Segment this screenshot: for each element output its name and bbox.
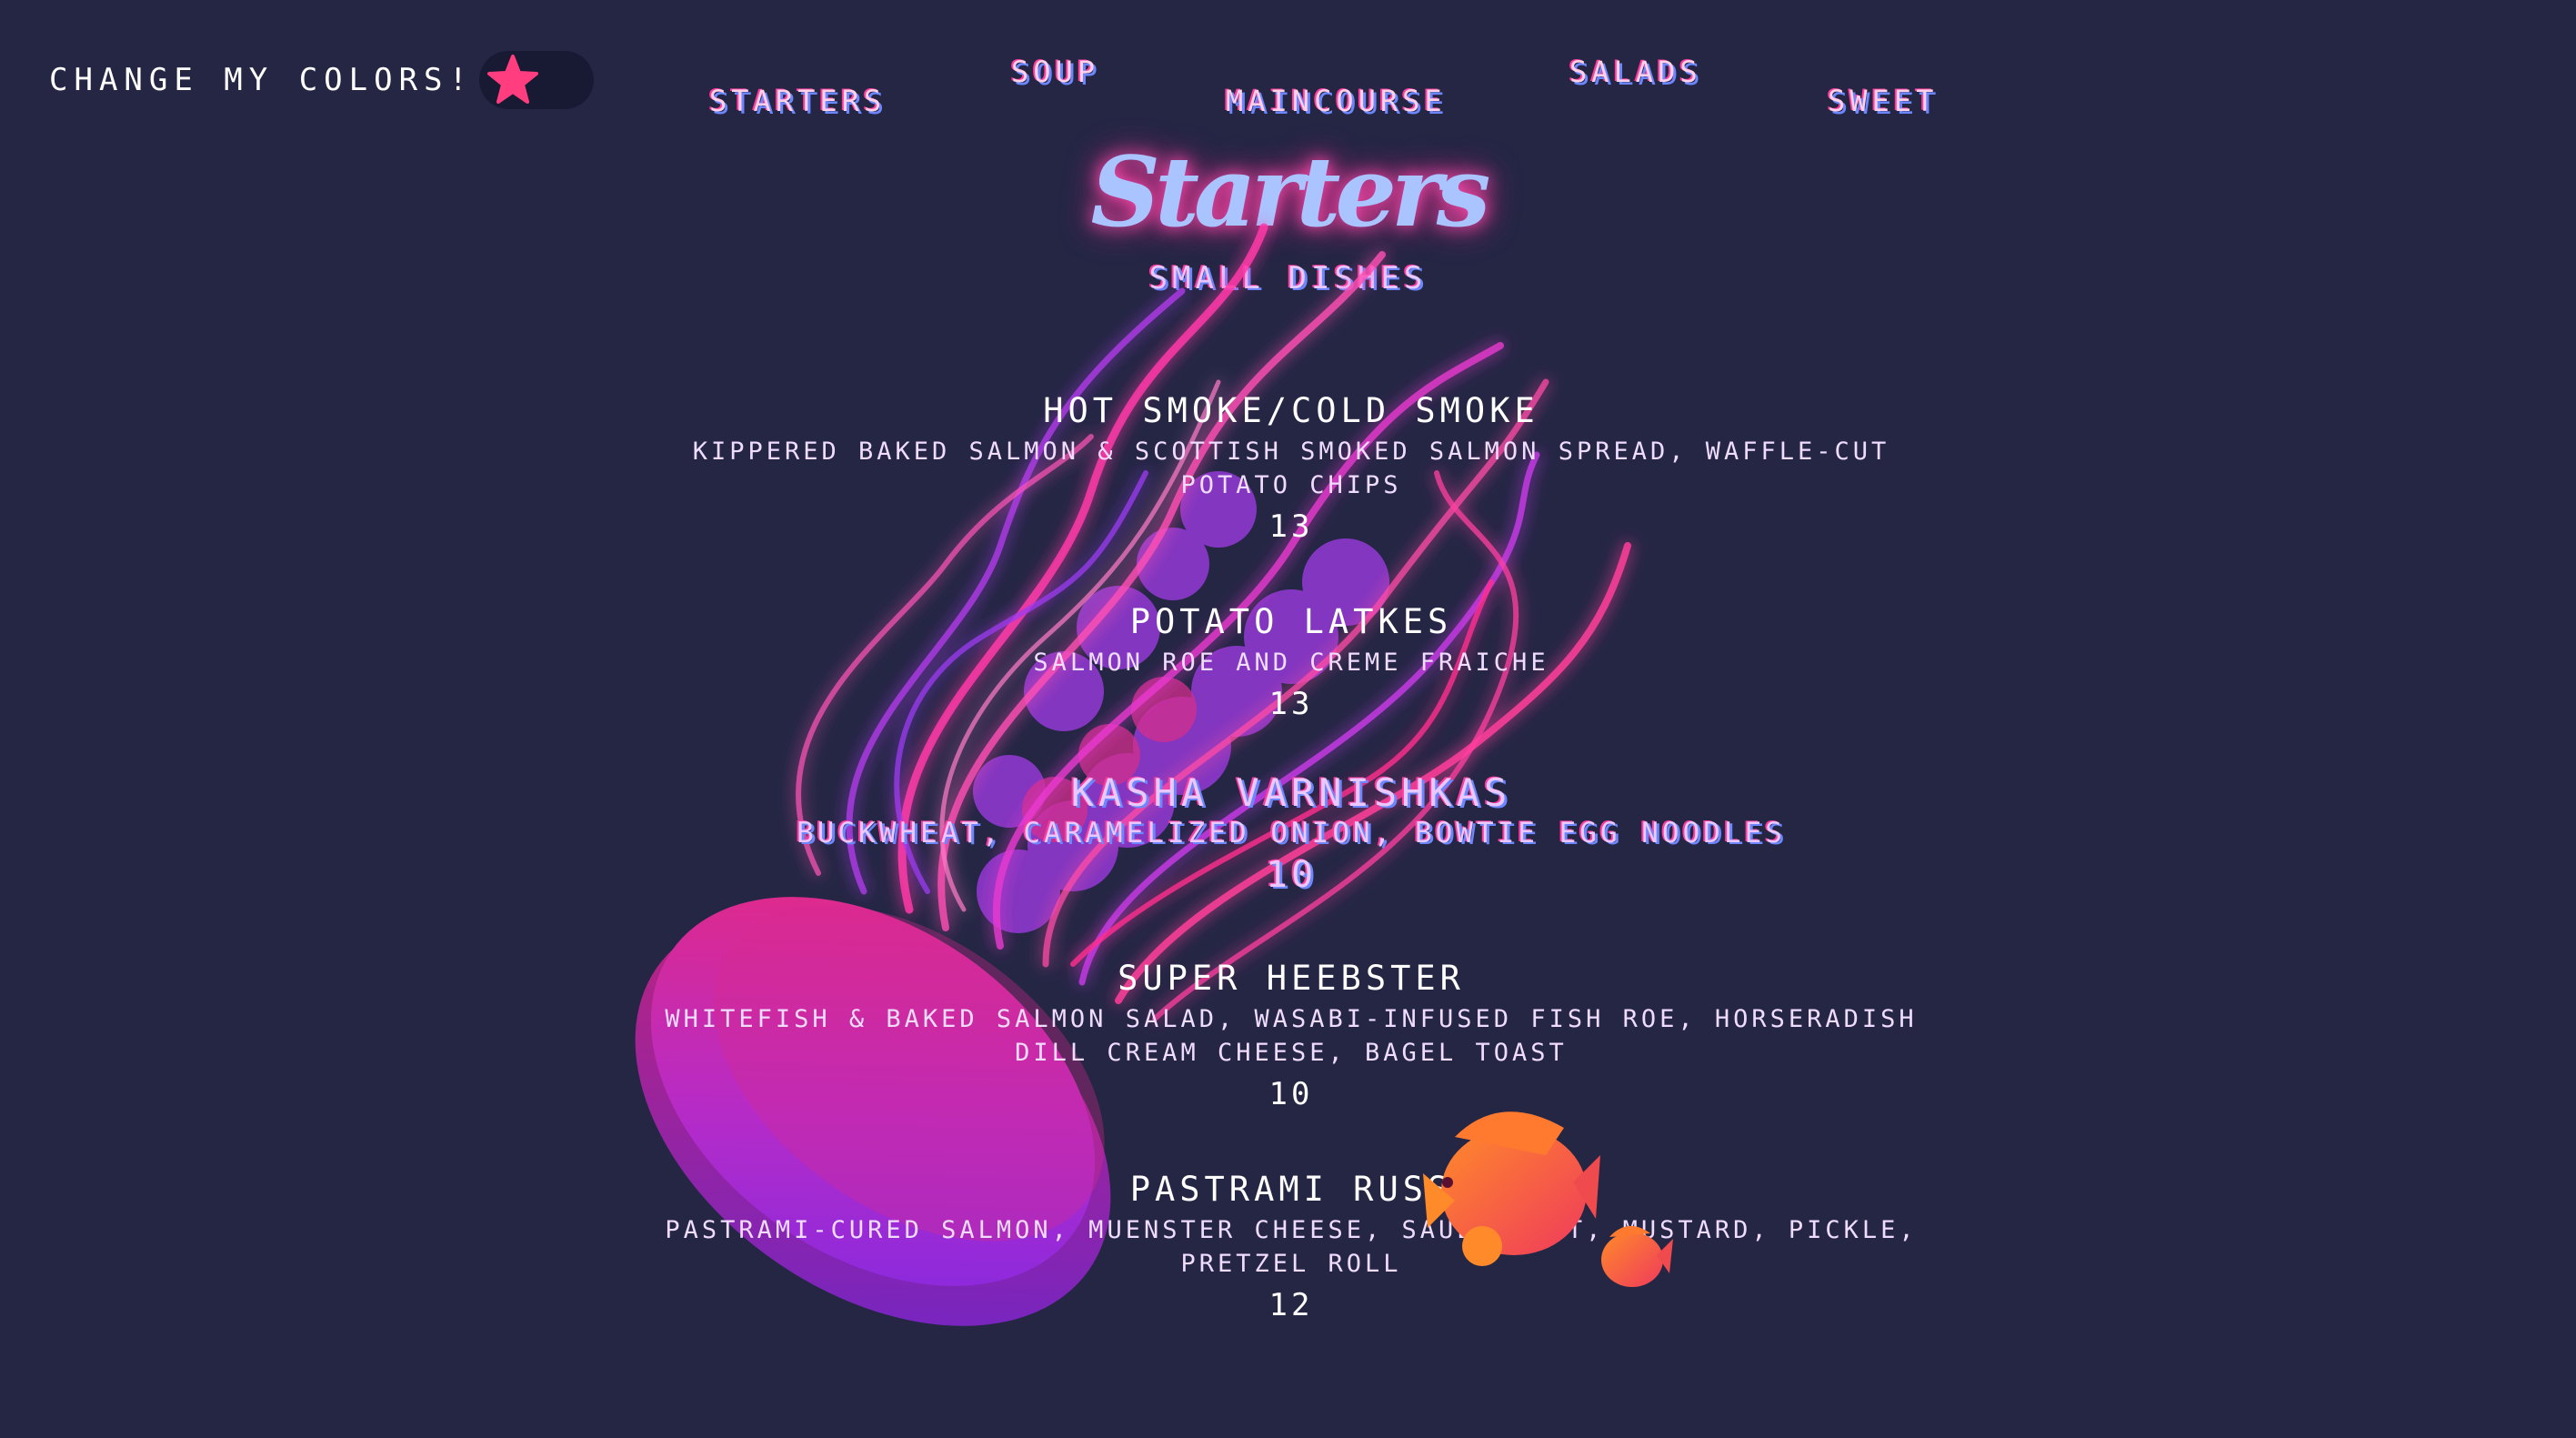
dish-description: Pastrami-cured salmon, muenster cheese, … [665,1216,1918,1278]
dish-price: 12 [1268,1287,1314,1323]
dish-name: Super Heebster [1118,959,1465,998]
dish-name: Hot Smoke/Cold Smoke [1043,391,1539,430]
nav-item-salads[interactable]: Salads [1569,55,1702,89]
menu-item: Pastrami Russ Pastrami-cured salmon, mue… [655,1168,1928,1326]
menu-page: Change my colors! Starters Soup Maincour… [0,0,2576,1438]
dish-name: Pastrami Russ [1129,1170,1453,1209]
change-colors-label: Change my colors! [49,62,474,98]
menu-item: Hot Smoke/Cold Smoke Kippered baked salm… [655,389,1928,548]
menu-item: Potato Latkes Salmon roe and creme fraic… [655,600,1928,725]
nav-item-soup[interactable]: Soup [1011,55,1099,89]
menu-item-highlighted: Kasha Varnishkas Buckwheat, caramelized … [655,770,1928,897]
page-subtitle: Small dishes [1148,260,1428,297]
dish-price: 13 [1268,686,1314,722]
dish-description: Salmon roe and creme fraiche [1033,649,1549,677]
nav-item-maincourse[interactable]: Maincourse [1226,84,1447,118]
dish-price: 13 [1268,508,1314,545]
dish-price: 10 [1268,1076,1314,1112]
nav-item-starters[interactable]: Starters [709,84,886,118]
dish-name: Kasha Varnishkas [1070,770,1512,815]
dish-description: Kippered baked salmon & Scottish smoked … [692,437,1890,499]
dish-description: Whitefish & baked salmon salad, wasabi-i… [665,1005,1918,1067]
dish-name: Potato Latkes [1129,602,1453,641]
page-title: Starters [1090,135,1491,248]
nav-item-sweet[interactable]: Sweet [1828,84,1938,118]
dish-price: 10 [1265,854,1318,896]
menu-item: Super Heebster Whitefish & baked salmon … [655,957,1928,1115]
change-colors-toggle[interactable]: Change my colors! [49,51,594,109]
toggle-switch[interactable] [479,51,594,109]
dish-description: Buckwheat, caramelized onion, bowtie egg… [797,817,1786,850]
starfish-icon [487,55,538,104]
